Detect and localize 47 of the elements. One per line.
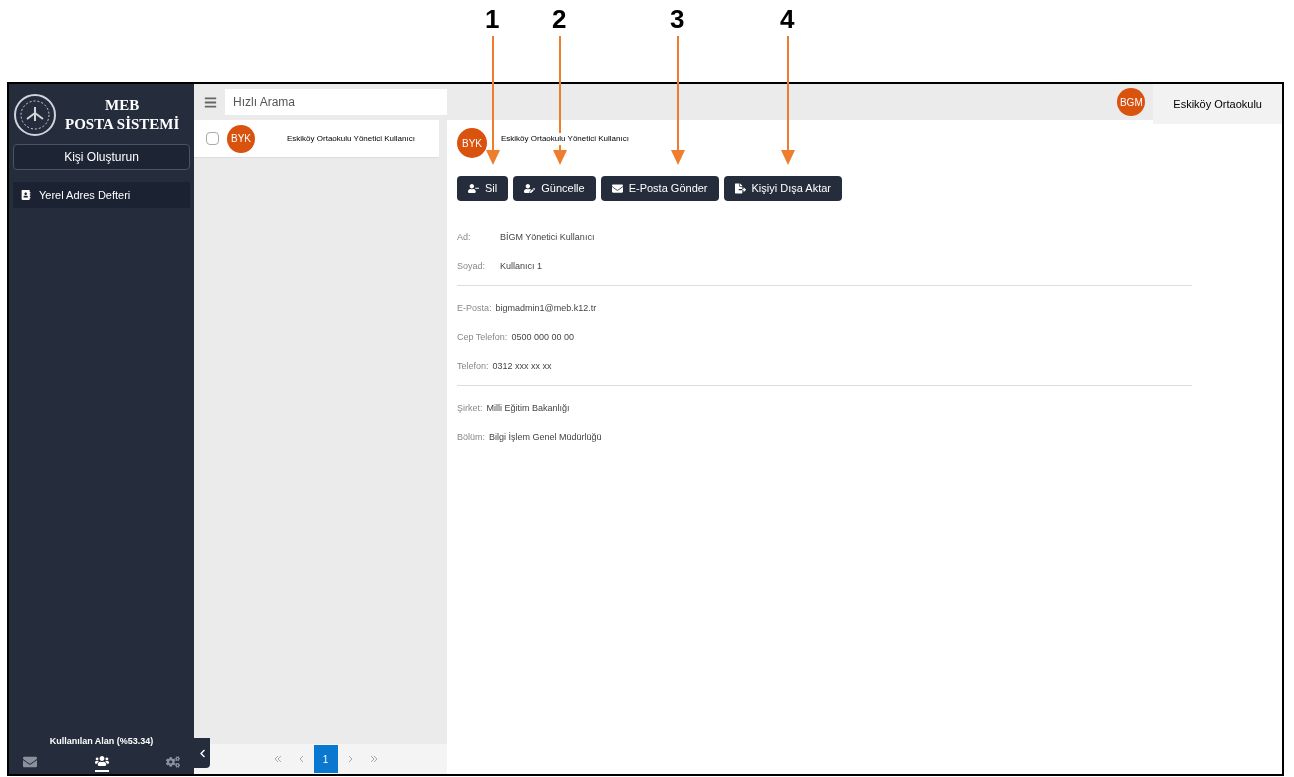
user-avatar[interactable]: BGM (1117, 88, 1146, 116)
field-label: Bölüm: (457, 430, 485, 444)
collapse-button[interactable] (194, 738, 210, 768)
avatar: BYK (227, 124, 255, 153)
field-label: Şirket: (457, 401, 483, 415)
user-minus-icon (468, 183, 479, 194)
sidebar-item[interactable]: Yerel Adres Defteri (13, 182, 190, 208)
avatar: BYK (457, 128, 487, 158)
action-button[interactable]: Güncelle (513, 176, 596, 201)
callout-number: 1 (485, 6, 500, 32)
envelope-icon (611, 183, 623, 194)
field-label: Telefon: (457, 359, 489, 373)
create-contact-button[interactable]: Kişi Oluşturun (13, 144, 190, 170)
contact-title: Eskiköy Ortaokulu Yönetici Kullanıcı (501, 133, 629, 145)
field-value: Kullanıcı 1 (500, 259, 543, 273)
school-name[interactable]: Eskiköy Ortaokulu (1153, 84, 1282, 124)
callout-number: 4 (780, 6, 795, 32)
file-export-icon (734, 183, 746, 194)
emblem-icon (13, 93, 57, 137)
logo-subtitle: POSTA SİSTEMİ (65, 115, 180, 134)
field-value: bigmadmin1@meb.k12.tr (495, 301, 597, 315)
page-button[interactable]: 1 (313, 745, 338, 773)
action-button[interactable]: Kişiyi Dışa Aktar (723, 176, 842, 201)
action-button[interactable]: Sil (457, 176, 509, 201)
usage-text: Kullanılan Alan (%53.34) (48, 734, 155, 748)
users-icon[interactable] (94, 754, 109, 772)
field-value: Bilgi İşlem Genel Müdürlüğü (489, 430, 602, 444)
field-value: 0312 xxx xx xx (492, 359, 552, 373)
user-edit-icon (524, 183, 536, 194)
contact-row[interactable]: BYK Eskiköy Ortaokulu Yönetici Kullanıcı (194, 120, 439, 158)
field-label: Ad: (457, 230, 472, 244)
logo-title: MEB (105, 96, 140, 115)
callout-number: 2 (552, 6, 567, 32)
address-book-icon (21, 190, 31, 200)
search-field[interactable]: Hızlı Arama (225, 89, 447, 115)
chevron-left-icon (197, 748, 207, 758)
callout-number: 3 (670, 6, 685, 32)
field-label: Cep Telefon: (457, 330, 508, 344)
field-label: E-Posta: (457, 301, 492, 315)
field-value: BİGM Yönetici Kullanıcı (500, 230, 595, 244)
field-value: 0500 000 00 00 (511, 330, 574, 344)
menu-icon[interactable] (204, 95, 217, 109)
action-button[interactable]: E-Posta Gönder (600, 176, 719, 201)
checkbox[interactable] (206, 132, 219, 145)
contact-name: Eskiköy Ortaokulu Yönetici Kullanıcı (287, 132, 415, 145)
field-value: Milli Eğitim Bakanlığı (486, 401, 570, 415)
field-label: Soyad: (457, 259, 487, 273)
